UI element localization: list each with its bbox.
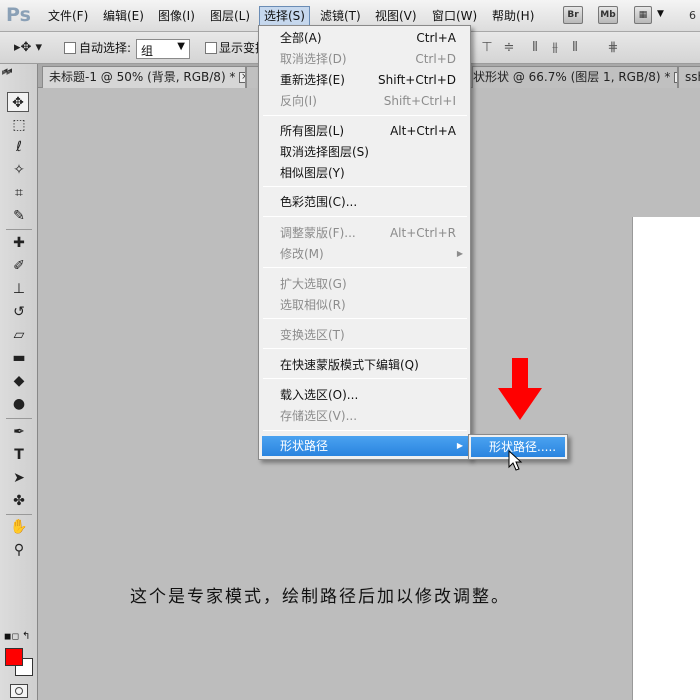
- mouse-cursor-icon: [508, 450, 523, 471]
- custom-shape-tool-icon[interactable]: ✤: [8, 491, 30, 511]
- show-transform-checkbox[interactable]: [205, 42, 217, 54]
- foreground-color-swatch[interactable]: [5, 648, 23, 666]
- history-brush-tool-icon[interactable]: ↺: [8, 302, 30, 322]
- photoshop-logo: Ps: [6, 4, 31, 26]
- menu-view[interactable]: 视图(V): [371, 7, 421, 25]
- path-selection-tool-icon[interactable]: ➤: [8, 468, 30, 488]
- pen-tool-icon[interactable]: ✒: [8, 422, 30, 442]
- menu-item-quick-mask[interactable]: 在快速蒙版模式下编辑(Q): [262, 355, 468, 375]
- menu-item-modify[interactable]: 修改(M) ▶: [262, 244, 468, 264]
- tab-label: 状形状 @ 66.7% (图层 1, RGB/8) *: [473, 70, 671, 84]
- type-tool-icon[interactable]: T: [8, 445, 30, 465]
- eraser-tool-icon[interactable]: ▱: [8, 325, 30, 345]
- auto-select-label: 自动选择:: [79, 41, 132, 55]
- tab-label: 未标题-1 @ 50% (背景, RGB/8) *: [49, 70, 236, 84]
- menu-separator: [263, 430, 467, 431]
- marquee-tool-icon[interactable]: ⬚: [8, 115, 30, 135]
- menu-item-shape-path[interactable]: 形状路径 ▶: [262, 436, 468, 456]
- brush-tool-icon[interactable]: ✐: [8, 256, 30, 276]
- menu-file[interactable]: 文件(F): [44, 7, 92, 25]
- auto-align-icon[interactable]: ⋕: [606, 41, 620, 55]
- menu-item-color-range[interactable]: 色彩范围(C)...: [262, 192, 468, 212]
- menu-select[interactable]: 选择(S): [259, 6, 310, 26]
- auto-select-checkbox[interactable]: [64, 42, 76, 54]
- menu-item-transform-selection[interactable]: 变换选区(T): [262, 325, 468, 345]
- menu-filter[interactable]: 滤镜(T): [316, 7, 365, 25]
- tab-ssho[interactable]: ssho: [678, 66, 700, 88]
- tools-panel: ▸▸ ✥ ⬚ ℓ ✧ ⌗ ✎ ✚ ✐ ⊥ ↺ ▱ ▬ ◆ ● ✒ T ➤ ✤ ✋…: [0, 64, 38, 700]
- move-tool-icon[interactable]: ✥: [7, 92, 29, 112]
- minibridge-icon[interactable]: Mb: [598, 6, 618, 24]
- menu-item-similar-layers[interactable]: 相似图层(Y): [262, 163, 468, 183]
- bridge-icon[interactable]: Br: [563, 6, 583, 24]
- auto-select-dropdown[interactable]: 组 ▼: [136, 39, 190, 59]
- swap-colors-icon[interactable]: ↰: [22, 631, 30, 642]
- zoom-tool-icon[interactable]: ⚲: [8, 540, 30, 560]
- menu-separator: [263, 115, 467, 116]
- toolbar-divider: [6, 229, 32, 230]
- menu-item-reselect[interactable]: 重新选择(E) Shift+Ctrl+D: [262, 70, 468, 90]
- menu-separator: [263, 348, 467, 349]
- menu-item-all[interactable]: 全部(A) Ctrl+A: [262, 28, 468, 48]
- chevron-down-icon[interactable]: ▼: [657, 9, 664, 19]
- zoom-readout: 6: [689, 9, 696, 22]
- dodge-tool-icon[interactable]: ●: [8, 394, 30, 414]
- chevron-down-icon: ▼: [177, 41, 185, 52]
- filmstrip-icon[interactable]: ▦: [634, 6, 652, 24]
- default-colors-icon[interactable]: ◼◻: [4, 632, 19, 642]
- distribute-right-icon[interactable]: ⫴: [568, 41, 582, 55]
- menu-item-load-selection[interactable]: 载入选区(O)...: [262, 385, 468, 405]
- move-tool-preset-icon[interactable]: ▸✥ ▾: [14, 40, 42, 55]
- blur-tool-icon[interactable]: ◆: [8, 371, 30, 391]
- menu-item-inverse[interactable]: 反向(I) Shift+Ctrl+I: [262, 91, 468, 111]
- eyedropper-tool-icon[interactable]: ✎: [8, 206, 30, 226]
- toolbar-divider: [6, 418, 32, 419]
- gradient-tool-icon[interactable]: ▬: [8, 348, 30, 368]
- menu-item-all-layers[interactable]: 所有图层(L) Alt+Ctrl+A: [262, 121, 468, 141]
- submenu-arrow-icon: ▶: [456, 441, 463, 450]
- menu-separator: [263, 318, 467, 319]
- menu-separator: [263, 216, 467, 217]
- menu-item-similar[interactable]: 选取相似(R): [262, 295, 468, 315]
- menu-item-grow[interactable]: 扩大选取(G): [262, 274, 468, 294]
- menu-edit[interactable]: 编辑(E): [99, 7, 148, 25]
- document-canvas[interactable]: [632, 217, 700, 700]
- menu-separator: [263, 267, 467, 268]
- quick-mask-dot: [15, 687, 23, 695]
- menu-item-deselect[interactable]: 取消选择(D) Ctrl+D: [262, 49, 468, 69]
- auto-select-value: 组: [141, 44, 154, 58]
- align-vcenter-icon[interactable]: ≑: [502, 41, 516, 55]
- collapse-icon[interactable]: ◂◂: [3, 66, 12, 76]
- distribute-left-icon[interactable]: ⫴: [528, 41, 542, 55]
- menu-window[interactable]: 窗口(W): [428, 7, 481, 25]
- toolbar-divider: [6, 514, 32, 515]
- tutorial-caption: 这个是专家模式，绘制路径后加以修改调整。: [130, 587, 510, 607]
- tab-untitled-1[interactable]: 未标题-1 @ 50% (背景, RGB/8) *×: [42, 66, 246, 88]
- clone-stamp-tool-icon[interactable]: ⊥: [8, 279, 30, 299]
- menu-layer[interactable]: 图层(L): [206, 7, 254, 25]
- menu-separator: [263, 186, 467, 187]
- distribute-hcenter-icon[interactable]: ⫵: [548, 41, 562, 55]
- tab-shape[interactable]: 状形状 @ 66.7% (图层 1, RGB/8) *×: [472, 66, 678, 88]
- quick-mask-icon[interactable]: [10, 684, 28, 698]
- red-down-arrow-icon: [498, 358, 542, 420]
- menu-image[interactable]: 图像(I): [154, 7, 199, 25]
- menu-item-refine-mask[interactable]: 调整蒙版(F)... Alt+Ctrl+R: [262, 223, 468, 243]
- select-menu-dropdown: 全部(A) Ctrl+A 取消选择(D) Ctrl+D 重新选择(E) Shift+C…: [258, 25, 471, 460]
- healing-brush-tool-icon[interactable]: ✚: [8, 233, 30, 253]
- quick-select-tool-icon[interactable]: ✧: [8, 160, 30, 180]
- menu-item-deselect-layers[interactable]: 取消选择图层(S): [262, 142, 468, 162]
- align-top-icon[interactable]: ⊤: [480, 41, 494, 55]
- submenu-arrow-icon: ▶: [456, 249, 463, 258]
- crop-tool-icon[interactable]: ⌗: [8, 183, 30, 203]
- menu-item-save-selection[interactable]: 存储选区(V)...: [262, 406, 468, 426]
- lasso-tool-icon[interactable]: ℓ: [8, 137, 30, 157]
- menu-help[interactable]: 帮助(H): [488, 7, 538, 25]
- menu-separator: [263, 378, 467, 379]
- hand-tool-icon[interactable]: ✋: [8, 517, 30, 537]
- tab-label: ssho: [685, 70, 700, 84]
